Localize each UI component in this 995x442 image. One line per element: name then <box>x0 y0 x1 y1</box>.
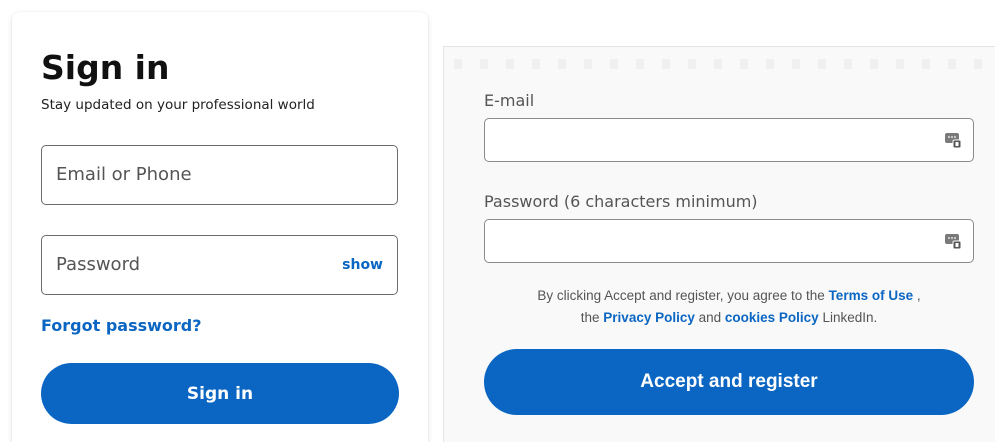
signin-title: Sign in <box>41 48 170 87</box>
privacy-policy-link[interactable]: Privacy Policy <box>603 310 695 325</box>
email-label: E-mail <box>484 91 535 110</box>
register-panel: E-mail Password (6 characters minimum) B… <box>443 46 995 442</box>
signin-button[interactable]: Sign in <box>41 363 399 424</box>
terms-line2-prefix-text: the <box>580 310 604 325</box>
password-manager-key-icon[interactable] <box>944 131 962 149</box>
forgot-password-link[interactable]: Forgot password? <box>41 316 202 335</box>
register-email-input[interactable] <box>484 118 974 162</box>
terms-notice: By clicking Accept and register, you agr… <box>484 285 974 329</box>
signin-card: Sign in Stay updated on your professiona… <box>12 12 428 442</box>
decorative-dash-row <box>454 59 995 69</box>
register-password-input[interactable] <box>484 219 974 263</box>
cookies-policy-link[interactable]: cookies Policy <box>725 310 819 325</box>
terms-suffix-text: LinkedIn. <box>818 310 878 325</box>
terms-prefix-text: By clicking Accept and register, you agr… <box>537 288 829 303</box>
email-or-phone-input[interactable]: Email or Phone <box>41 145 398 205</box>
terms-of-use-link[interactable]: Terms of Use <box>829 288 914 303</box>
terms-and-text: and <box>694 310 725 325</box>
email-or-phone-placeholder: Email or Phone <box>56 164 192 185</box>
password-placeholder: Password <box>56 254 141 275</box>
terms-comma-text: , <box>913 288 921 303</box>
password-input[interactable]: Password show <box>41 235 398 295</box>
password-manager-key-icon[interactable] <box>944 232 962 250</box>
screenshot-stage: Sign in Stay updated on your professiona… <box>0 0 995 442</box>
password-label: Password (6 characters minimum) <box>484 192 758 211</box>
signin-subtitle: Stay updated on your professional world <box>41 97 315 113</box>
show-password-button[interactable]: show <box>342 257 383 273</box>
accept-and-register-button[interactable]: Accept and register <box>484 349 974 415</box>
